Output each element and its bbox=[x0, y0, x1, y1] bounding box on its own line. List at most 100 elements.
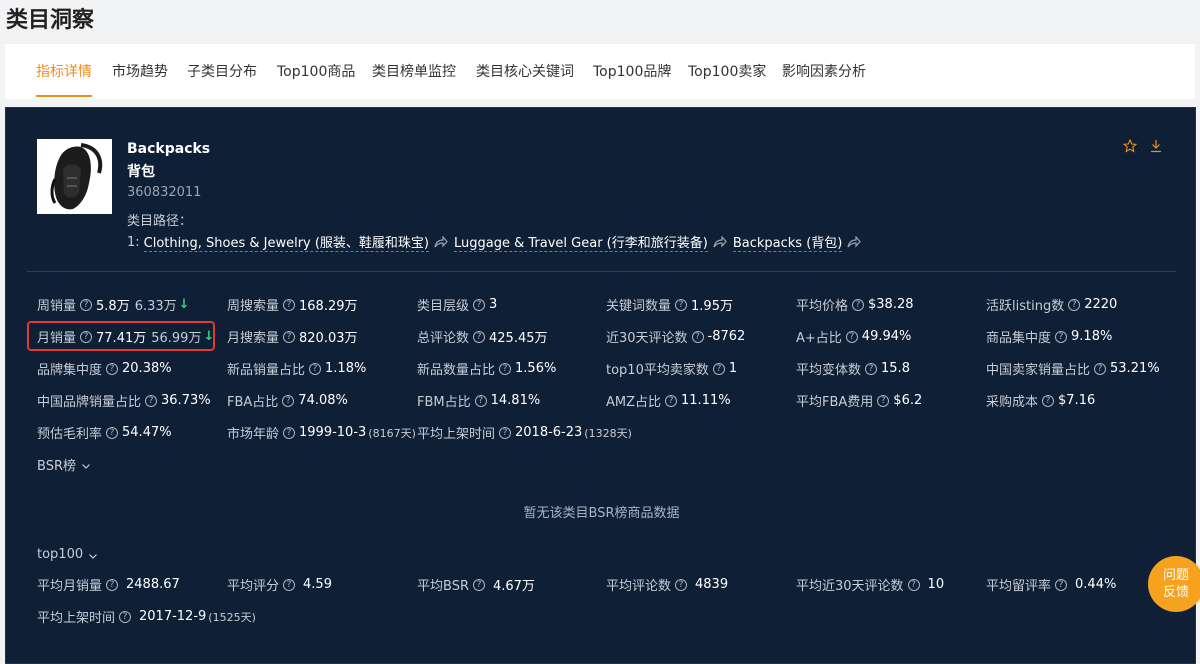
category-path-label: 类目路径： bbox=[127, 214, 193, 229]
metric-value: -8762 bbox=[707, 329, 746, 344]
metric-product-concentration: 商品集中度? 9.18% bbox=[986, 327, 1112, 346]
tab-top100-brands[interactable]: Top100品牌 bbox=[593, 63, 671, 81]
path-link-backpacks[interactable]: Backpacks (背包) bbox=[732, 232, 843, 252]
metric-label: 平均月销量 bbox=[37, 579, 103, 594]
category-path: 1: Clothing, Shoes & Jewelry (服装、鞋履和珠宝) … bbox=[127, 232, 867, 252]
tab-core-keywords[interactable]: 类目核心关键词 bbox=[476, 63, 574, 81]
help-icon[interactable]: ? bbox=[473, 330, 486, 343]
metric-value: 53.21% bbox=[1110, 361, 1160, 376]
category-product-image bbox=[37, 139, 112, 214]
tab-factor-analysis[interactable]: 影响因素分析 bbox=[782, 63, 866, 81]
metric-value: 54.47% bbox=[122, 425, 172, 440]
help-icon[interactable]: ? bbox=[106, 426, 119, 439]
help-icon[interactable]: ? bbox=[675, 578, 688, 591]
help-icon[interactable]: ? bbox=[80, 330, 93, 343]
metric-value: 9.18% bbox=[1071, 329, 1113, 344]
help-icon[interactable]: ? bbox=[80, 298, 93, 311]
top100-avg-reviews-30d: 平均近30天评论数? 10 bbox=[796, 575, 944, 594]
metric-value: $38.28 bbox=[868, 297, 914, 312]
metric-label: 总评论数 bbox=[417, 331, 470, 346]
help-icon[interactable]: ? bbox=[106, 362, 119, 375]
help-icon[interactable]: ? bbox=[474, 394, 487, 407]
help-icon[interactable]: ? bbox=[283, 298, 296, 311]
metric-value: 820.03万 bbox=[299, 331, 358, 346]
top100-avg-rating: 平均评分? 4.59 bbox=[227, 575, 332, 594]
metrics-panel: Backpacks 背包 360832011 类目路径： 1: Clothing… bbox=[5, 107, 1196, 664]
metric-label: 中国卖家销量占比 bbox=[986, 363, 1091, 378]
metric-value: 74.08% bbox=[298, 393, 348, 408]
metric-previous-value: 6.33万 bbox=[134, 299, 177, 314]
top100-avg-reviews: 平均评论数? 4839 bbox=[606, 575, 728, 594]
star-icon[interactable] bbox=[1122, 138, 1138, 153]
metric-label: 平均价格 bbox=[796, 299, 849, 314]
category-id: 360832011 bbox=[127, 185, 202, 200]
panel-actions bbox=[1122, 138, 1163, 153]
metric-purchase-cost: 采购成本? $7.16 bbox=[986, 391, 1095, 410]
top100-toggle[interactable]: top100 bbox=[37, 547, 98, 562]
help-icon[interactable]: ? bbox=[283, 330, 296, 343]
metric-value: 20.38% bbox=[122, 361, 172, 376]
feedback-button[interactable]: 问题 反馈 bbox=[1148, 556, 1200, 612]
metric-label: 类目层级 bbox=[417, 299, 470, 314]
share-arrow-icon[interactable] bbox=[713, 235, 727, 248]
help-icon[interactable]: ? bbox=[877, 394, 890, 407]
tab-top100-products[interactable]: Top100商品 bbox=[277, 63, 355, 81]
metric-label: 月搜索量 bbox=[227, 331, 280, 346]
help-icon[interactable]: ? bbox=[691, 330, 704, 343]
section-divider bbox=[27, 271, 1176, 272]
help-icon[interactable]: ? bbox=[472, 578, 485, 591]
metric-label: 新品销量占比 bbox=[227, 363, 306, 378]
help-icon[interactable]: ? bbox=[309, 362, 322, 375]
metric-label: 平均留评率 bbox=[986, 579, 1052, 594]
metric-label: 市场年龄 bbox=[227, 427, 280, 442]
help-icon[interactable]: ? bbox=[665, 394, 678, 407]
category-name-zh: 背包 bbox=[127, 164, 155, 180]
help-icon[interactable]: ? bbox=[852, 298, 865, 311]
help-icon[interactable]: ? bbox=[1055, 578, 1068, 591]
metric-value: 4839 bbox=[695, 577, 729, 592]
metric-label: 平均上架时间 bbox=[37, 611, 116, 626]
tab-market-trend[interactable]: 市场趋势 bbox=[112, 63, 168, 81]
help-icon[interactable]: ? bbox=[473, 298, 486, 311]
path-link-luggage[interactable]: Luggage & Travel Gear (行李和旅行装备) bbox=[454, 232, 708, 252]
metric-label: 平均上架时间 bbox=[417, 427, 496, 442]
path-link-clothing[interactable]: Clothing, Shoes & Jewelry (服装、鞋履和珠宝) bbox=[143, 232, 430, 252]
tab-top100-sellers[interactable]: Top100卖家 bbox=[688, 63, 766, 81]
help-icon[interactable]: ? bbox=[845, 330, 858, 343]
help-icon[interactable]: ? bbox=[145, 394, 158, 407]
bsr-empty-message: 暂无该类目BSR榜商品数据 bbox=[523, 506, 680, 521]
metric-cn-seller-sales-ratio: 中国卖家销量占比? 53.21% bbox=[986, 359, 1160, 378]
help-icon[interactable]: ? bbox=[675, 298, 688, 311]
tab-metrics-detail[interactable]: 指标详情 bbox=[36, 63, 92, 81]
metric-value: 1.56% bbox=[515, 361, 557, 376]
tab-subcategory[interactable]: 子类目分布 bbox=[187, 63, 257, 81]
help-icon[interactable]: ? bbox=[907, 578, 920, 591]
help-icon[interactable]: ? bbox=[712, 362, 725, 375]
tab-ranking-monitor[interactable]: 类目榜单监控 bbox=[372, 63, 456, 81]
metric-value: 36.73% bbox=[161, 393, 211, 408]
help-icon[interactable]: ? bbox=[283, 426, 296, 439]
help-icon[interactable]: ? bbox=[119, 610, 132, 623]
help-icon[interactable]: ? bbox=[499, 362, 512, 375]
metric-avg-fba-fee: 平均FBA费用? $6.2 bbox=[796, 391, 922, 410]
metric-note: (1525天) bbox=[208, 610, 256, 624]
help-icon[interactable]: ? bbox=[282, 394, 295, 407]
help-icon[interactable]: ? bbox=[1055, 330, 1068, 343]
metric-label: 关键词数量 bbox=[606, 299, 672, 314]
help-icon[interactable]: ? bbox=[499, 426, 512, 439]
help-icon[interactable]: ? bbox=[1068, 298, 1081, 311]
help-icon[interactable]: ? bbox=[1042, 394, 1055, 407]
help-icon[interactable]: ? bbox=[106, 578, 119, 591]
metric-keyword-count: 关键词数量? 1.95万 bbox=[606, 295, 733, 314]
metric-value: 4.67万 bbox=[492, 579, 535, 594]
share-arrow-icon[interactable] bbox=[434, 235, 448, 248]
download-icon[interactable] bbox=[1149, 138, 1163, 153]
help-icon[interactable]: ? bbox=[283, 578, 296, 591]
help-icon[interactable]: ? bbox=[1094, 362, 1107, 375]
help-icon[interactable]: ? bbox=[865, 362, 878, 375]
metric-value: $6.2 bbox=[893, 393, 923, 408]
metric-value: $7.16 bbox=[1058, 393, 1096, 408]
share-arrow-icon[interactable] bbox=[847, 235, 862, 248]
category-name-en: Backpacks bbox=[127, 141, 211, 157]
bsr-toggle[interactable]: BSR榜 bbox=[37, 455, 91, 474]
